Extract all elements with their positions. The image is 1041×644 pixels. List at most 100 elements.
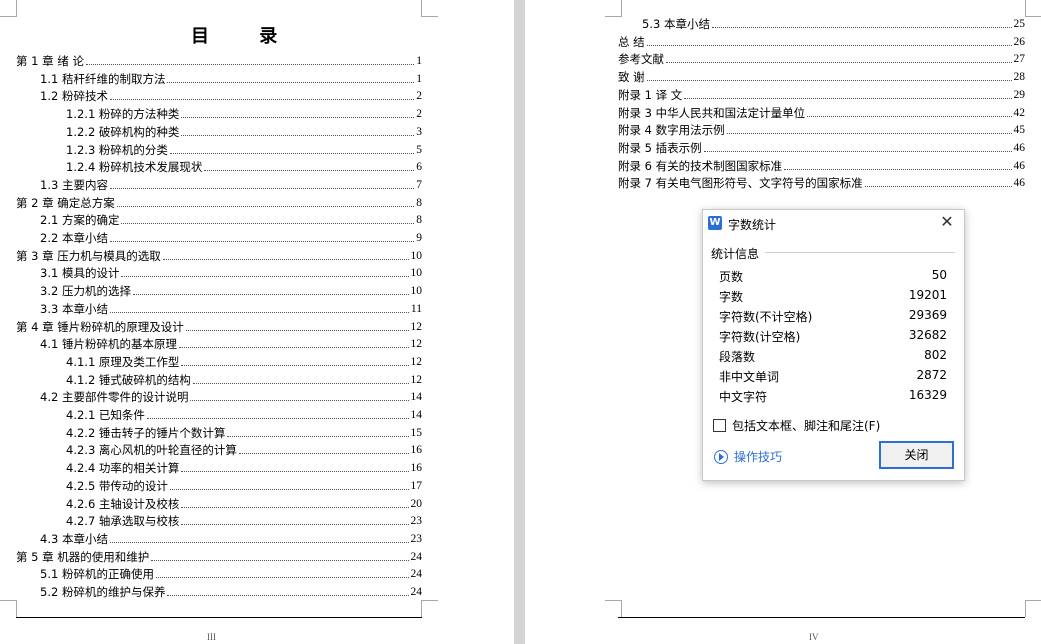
toc-entry[interactable]: 附录 3 中华人民共和国法定计量单位 42	[618, 102, 1025, 120]
toc-entry[interactable]: 2.1 方案的确定 8	[40, 209, 422, 227]
toc-entry-page: 26	[1013, 35, 1026, 48]
toc-entry-page: 29	[1013, 88, 1026, 101]
toc-dot-leader	[169, 488, 409, 490]
stat-label: 页数	[719, 270, 744, 284]
include-textbox-checkbox[interactable]	[713, 418, 726, 432]
toc-entry[interactable]: 致 谢 28	[618, 66, 1025, 84]
toc-entry-page: 28	[1013, 71, 1026, 84]
toc-entry[interactable]: 5.3 本章小结 25	[642, 13, 1025, 31]
toc-entry[interactable]: 附录 7 有关电气图形符号、文字符号的国家标准 46	[618, 172, 1025, 190]
toc-entry-page: 7	[416, 178, 422, 191]
toc-entry-text: 附录 5 插表示例	[618, 140, 702, 155]
toc-entry-page: 2	[416, 90, 422, 103]
page-number: III	[207, 632, 216, 642]
toc-entry[interactable]: 1.2.1 粉碎的方法种类 2	[66, 103, 422, 121]
toc-entry[interactable]: 3.3 本章小结 11	[40, 298, 422, 316]
tips-link[interactable]: 操作技巧	[714, 448, 782, 465]
toc-entry-page: 16	[410, 462, 423, 475]
stat-row: 页数 50	[719, 265, 947, 285]
toc-entry[interactable]: 1.2.4 粉碎机技术发展现状 6	[66, 156, 422, 174]
toc-entry-text: 4.2.4 功率的相关计算	[66, 461, 180, 476]
toc-entry[interactable]: 第 1 章 绪 论 1	[16, 50, 422, 68]
tips-label: 操作技巧	[734, 450, 783, 464]
stat-label: 中文字符	[719, 390, 768, 404]
play-circle-icon	[714, 449, 728, 464]
toc-entry-page: 27	[1013, 53, 1026, 66]
stat-label: 段落数	[719, 350, 756, 364]
toc-dot-leader	[155, 576, 409, 579]
toc-entry-text: 第 3 章 压力机与模具的选取	[16, 248, 161, 263]
toc-entry-page: 12	[410, 355, 423, 368]
close-icon[interactable]: ✕	[938, 213, 956, 231]
toc-dot-leader	[167, 594, 409, 596]
toc-dot-leader	[132, 293, 409, 296]
dialog-title-bar[interactable]: W 字数统计 ✕	[703, 210, 964, 236]
toc-dot-leader	[109, 541, 409, 543]
toc-dot-leader	[109, 187, 415, 189]
toc-entry[interactable]: 3.1 模具的设计 10	[40, 262, 422, 280]
toc-entry-text: 2.2 本章小结	[40, 231, 108, 245]
toc-entry[interactable]: 3.2 压力机的选择 10	[40, 280, 422, 298]
stat-row: 非中文单词 2872	[719, 365, 947, 385]
toc-entry-page: 10	[410, 249, 423, 262]
toc-dot-leader	[109, 311, 409, 313]
toc-entry-page: 20	[410, 497, 423, 510]
toc-entry[interactable]: 4.2.4 功率的相关计算 16	[66, 457, 422, 475]
toc-entry[interactable]: 第 4 章 锤片粉碎机的原理及设计 12	[16, 316, 422, 334]
toc-entry[interactable]: 4.2 主要部件零件的设计说明 14	[40, 386, 422, 404]
toc-entry-text: 2.1 方案的确定	[40, 213, 120, 228]
toc-entry[interactable]: 4.2.2 锤击转子的锤片个数计算 15	[66, 422, 422, 440]
toc-entry[interactable]: 4.2.6 主轴设计及校核 20	[66, 493, 422, 511]
toc-entry-text: 4.2.2 锤击转子的锤片个数计算	[66, 425, 226, 440]
footer-line	[618, 617, 1025, 618]
toc-entry[interactable]: 附录 5 插表示例 46	[618, 137, 1025, 155]
toc-entry[interactable]: 1.1 秸秆纤维的制取方法 1	[40, 68, 422, 86]
toc-entry[interactable]: 5.2 粉碎机的维护与保养 24	[40, 581, 422, 599]
toc-dot-leader	[684, 97, 1012, 99]
toc-entry[interactable]: 1.2 粉碎技术 2	[40, 85, 422, 103]
toc-dot-leader	[116, 205, 415, 207]
toc-entry[interactable]: 第 5 章 机器的使用和维护 24	[16, 546, 422, 564]
stat-label: 字数	[719, 290, 744, 304]
include-textbox-option[interactable]: 包括文本框、脚注和尾注(F)	[713, 417, 880, 433]
toc-entry-page: 5	[416, 143, 422, 156]
toc-entry[interactable]: 1.3 主要内容 7	[40, 174, 422, 192]
toc-entry-page: 23	[410, 532, 423, 545]
toc-entry-page: 24	[410, 586, 423, 598]
toc-dot-leader	[178, 346, 409, 349]
toc-entry[interactable]: 4.2.7 轴承选取与校核 23	[66, 510, 422, 528]
toc-entry[interactable]: 附录 4 数字用法示例 45	[618, 119, 1025, 137]
toc-entry[interactable]: 附录 6 有关的技术制图国家标准 46	[618, 155, 1025, 173]
toc-entry-page: 10	[410, 267, 423, 280]
toc-entry[interactable]: 第 2 章 确定总方案 8	[16, 192, 422, 210]
toc-entry-text: 1.2 粉碎技术	[40, 89, 108, 104]
toc-entry[interactable]: 1.2.2 破碎机构的种类 3	[66, 121, 422, 139]
toc-dot-leader	[181, 364, 409, 366]
footer-line	[16, 617, 422, 618]
toc-entry[interactable]: 5.1 粉碎机的正确使用 24	[40, 563, 422, 581]
toc-entry[interactable]: 4.2.1 已知条件 14	[66, 404, 422, 422]
crop-mark	[421, 0, 438, 17]
toc-entry[interactable]: 总 结 26	[618, 31, 1025, 49]
toc-entry[interactable]: 4.2.3 离心风机的叶轮直径的计算 16	[66, 439, 422, 457]
toc-entry[interactable]: 1.2.3 粉碎机的分类 5	[66, 139, 422, 157]
toc-entry[interactable]: 第 3 章 压力机与模具的选取 10	[16, 245, 422, 263]
toc-entry[interactable]: 4.1.2 锤式破碎机的结构 12	[66, 369, 422, 387]
toc-entry[interactable]: 2.2 本章小结 9	[40, 227, 422, 245]
toc-entry-text: 5.1 粉碎机的正确使用	[40, 567, 154, 582]
toc-entry[interactable]: 参考文献 27	[618, 48, 1025, 66]
toc-entry[interactable]: 4.2.5 带传动的设计 17	[66, 475, 422, 493]
toc-entry-text: 4.2.3 离心风机的叶轮直径的计算	[66, 443, 237, 458]
close-button[interactable]: 关闭	[879, 441, 954, 469]
crop-mark	[605, 0, 622, 17]
toc-entry[interactable]: 4.1.1 原理及类工作型 12	[66, 351, 422, 369]
toc-entry-page: 11	[410, 302, 422, 315]
toc-entry[interactable]: 4.3 本章小结 23	[40, 528, 422, 546]
toc-entry-text: 4.2.6 主轴设计及校核	[66, 496, 180, 511]
toc-entry[interactable]: 附录 1 译 文 29	[618, 84, 1025, 102]
stat-label: 非中文单词	[719, 370, 780, 384]
toc-entry-page: 15	[410, 426, 423, 439]
toc-entry[interactable]: 4.1 锤片粉碎机的基本原理 12	[40, 333, 422, 351]
toc-dot-leader	[864, 185, 1012, 188]
toc-entry-text: 4.2.1 已知条件	[66, 408, 145, 422]
